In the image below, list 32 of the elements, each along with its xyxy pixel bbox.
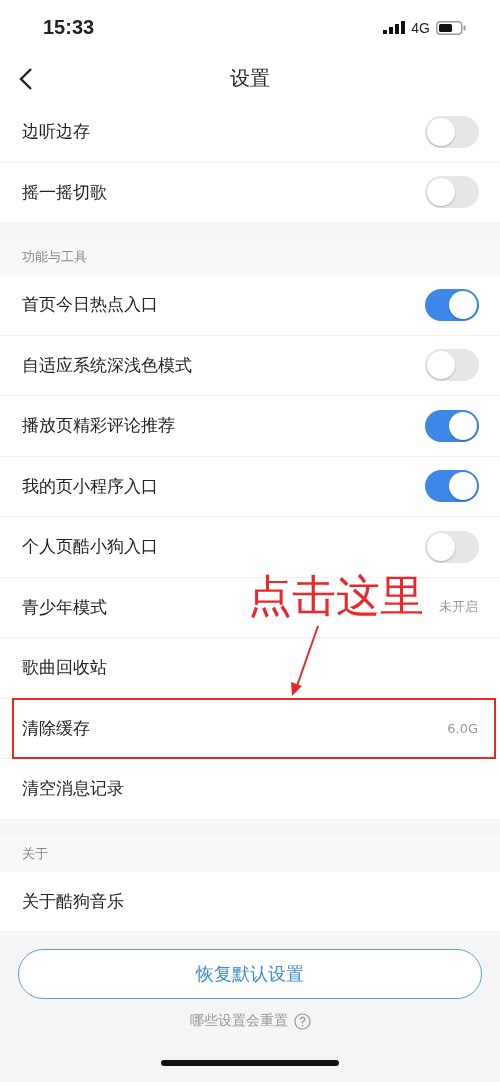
reset-button[interactable]: 恢复默认设置 [18, 949, 482, 999]
signal-icon [383, 21, 406, 34]
network-label: 4G [411, 19, 430, 36]
toggle-switch[interactable] [425, 349, 479, 382]
toggle-switch[interactable] [425, 530, 479, 563]
section-header: 关于 [22, 844, 48, 863]
setting-label[interactable]: 歌曲回收站 [22, 656, 107, 680]
setting-label[interactable]: 边听边存 [22, 120, 90, 144]
annotation-text: 点击这里 [248, 572, 424, 621]
toggle-switch[interactable] [425, 115, 479, 148]
status-time: 15:33 [43, 16, 95, 39]
toggle-switch[interactable] [425, 409, 479, 442]
setting-label[interactable]: 摇一摇切歌 [22, 180, 107, 204]
section-header: 功能与工具 [22, 248, 87, 266]
page-title: 设置 [230, 65, 270, 92]
toggle-switch[interactable] [425, 288, 479, 321]
setting-label[interactable]: 首页今日热点入口 [22, 293, 158, 317]
back-icon[interactable] [18, 67, 34, 91]
setting-label[interactable]: 清空消息记录 [22, 777, 124, 801]
setting-label[interactable]: 我的页小程序入口 [22, 474, 158, 498]
toggle-switch[interactable] [425, 176, 479, 209]
setting-value: 未开启 [439, 598, 478, 617]
setting-label[interactable]: 青少年模式 [22, 595, 107, 619]
help-icon[interactable] [293, 1012, 311, 1030]
setting-label[interactable]: 清除缓存 [22, 716, 90, 740]
setting-label[interactable]: 播放页精彩评论推荐 [22, 414, 175, 438]
setting-label[interactable]: 个人页酷小狗入口 [22, 535, 158, 559]
setting-label[interactable]: 自适应系统深浅色模式 [22, 353, 192, 377]
toggle-switch[interactable] [425, 470, 479, 503]
battery-icon [436, 20, 466, 35]
setting-label[interactable]: 关于酷狗音乐 [22, 889, 124, 913]
setting-value: 6.0G [447, 720, 478, 736]
